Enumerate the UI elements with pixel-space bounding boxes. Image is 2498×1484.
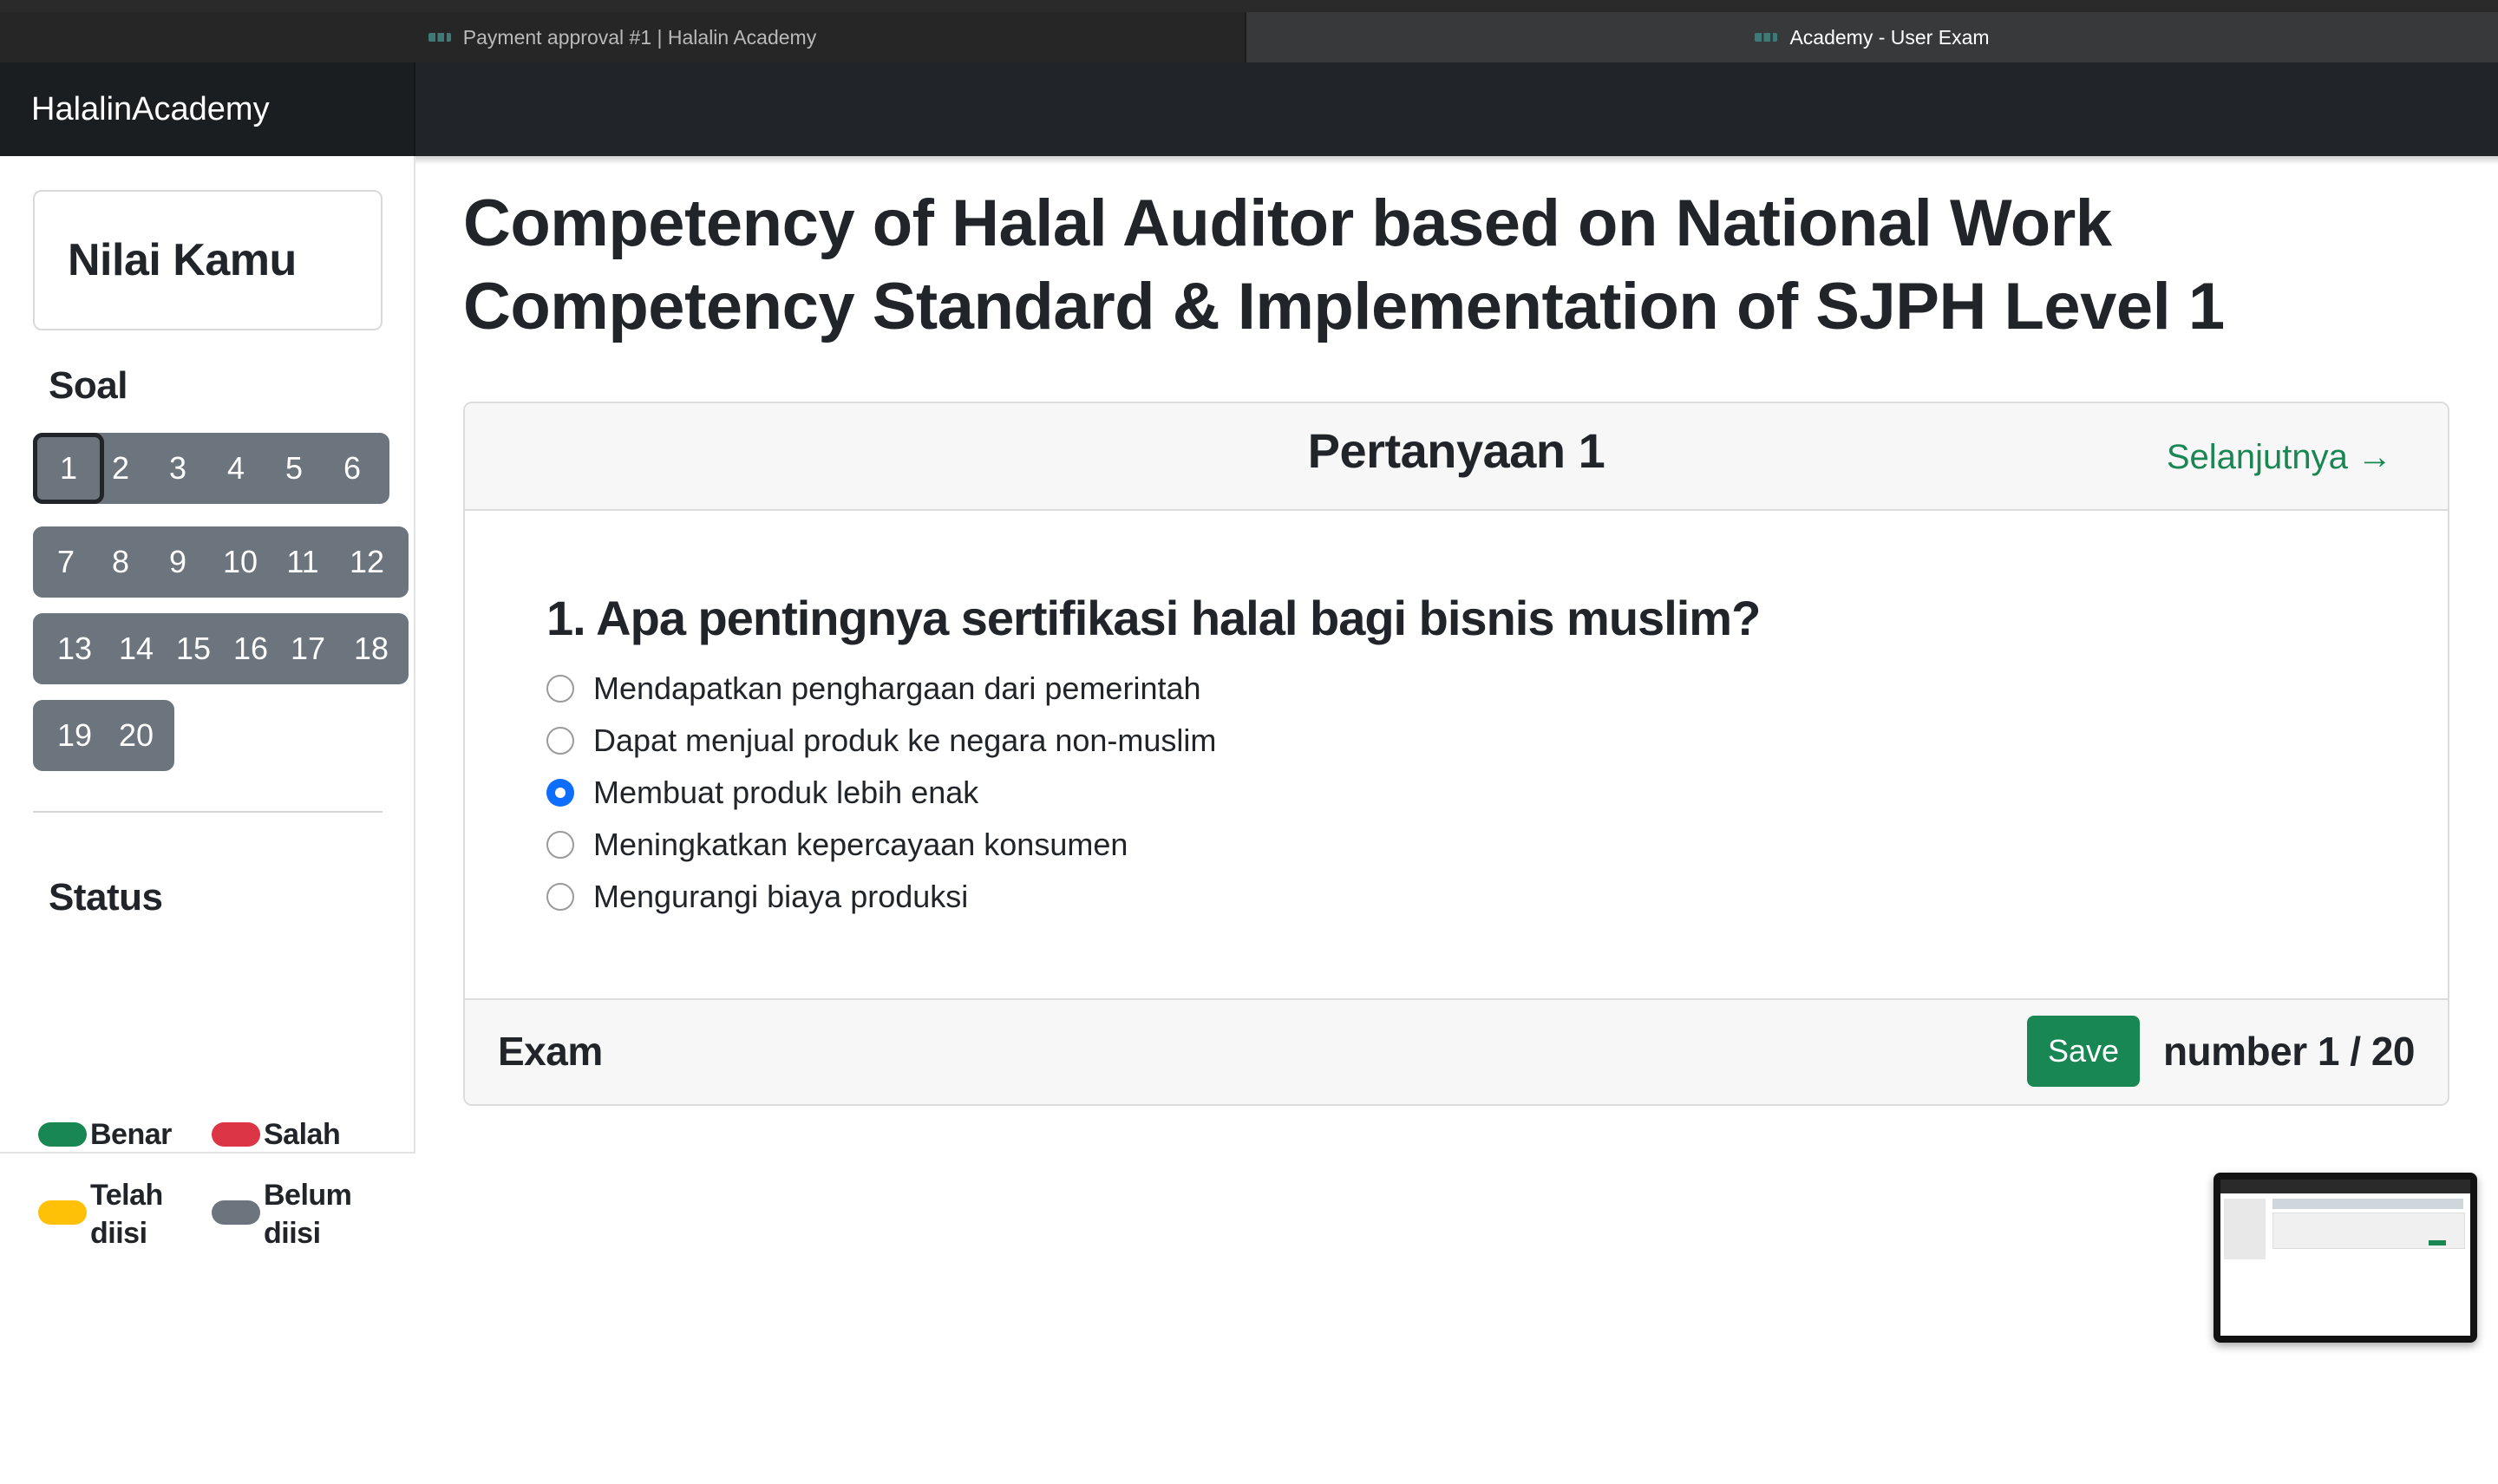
question-button-2[interactable]: 2 (92, 433, 149, 504)
answer-option-label: Membuat produk lebih enak (593, 775, 979, 810)
question-button-15[interactable]: 15 (165, 613, 222, 684)
radio-button[interactable] (546, 883, 574, 911)
sidebar-divider (33, 811, 383, 813)
question-button-10[interactable]: 10 (206, 526, 274, 598)
legend-label: Benar (90, 1118, 172, 1151)
radio-button[interactable] (546, 831, 574, 859)
thumbnail-title (2272, 1199, 2463, 1209)
browser-tab-user-exam[interactable]: Academy - User Exam (1246, 12, 2498, 62)
question-button-8[interactable]: 8 (92, 526, 149, 598)
question-button-3[interactable]: 3 (149, 433, 206, 504)
score-card: Nilai Kamu (33, 190, 383, 330)
question-button-9[interactable]: 9 (149, 526, 206, 598)
footer-label: Exam (498, 1029, 603, 1074)
legend-swatch-red (212, 1122, 260, 1147)
legend-swatch-green (38, 1122, 87, 1147)
question-counter: number 1 / 20 (2162, 1029, 2416, 1074)
question-button-11[interactable]: 11 (274, 526, 331, 598)
thumbnail-screen (2220, 1180, 2470, 1336)
question-button-16[interactable]: 16 (222, 613, 279, 684)
card-header: Pertanyaan 1 Selanjutnya → (465, 403, 2448, 511)
question-button-19[interactable]: 19 (33, 700, 116, 771)
question-button-row: 13 14 15 16 17 18 (33, 613, 409, 684)
answer-option-label: Dapat menjual produk ke negara non-musli… (593, 722, 1217, 758)
top-navbar: HalalinAcademy (0, 62, 2498, 156)
radio-button-selected[interactable] (546, 779, 574, 807)
legend-item-telah-diisi: Telah diisi (38, 1176, 168, 1252)
question-button-row: 1 2 3 4 5 6 (33, 433, 389, 504)
question-button-row: 7 8 9 10 11 12 (33, 526, 409, 598)
question-button-14[interactable]: 14 (108, 613, 165, 684)
legend-item-belum-diisi: Belum diisi (212, 1176, 368, 1252)
brand-area: HalalinAcademy (0, 62, 415, 156)
site-favicon-icon (428, 31, 453, 43)
browser-tab-payment-approval[interactable]: Payment approval #1 | Halalin Academy (0, 12, 1246, 62)
legend-swatch-gray (212, 1200, 260, 1225)
answer-option-label: Mengurangi biaya produksi (593, 879, 969, 914)
question-header-title: Pertanyaan 1 (1307, 423, 1605, 478)
answer-option-label: Meningkatkan kepercayaan konsumen (593, 827, 1128, 862)
questions-title: Soal (49, 364, 128, 407)
question-text: 1. Apa pentingnya sertifikasi halal bagi… (546, 591, 1761, 645)
screenshot-thumbnail[interactable] (2214, 1173, 2477, 1343)
browser-tab-strip: Payment approval #1 | Halalin Academy Ac… (0, 0, 2498, 62)
radio-button[interactable] (546, 675, 574, 703)
legend-label: Belum diisi (264, 1179, 352, 1250)
question-button-20[interactable]: 20 (108, 700, 165, 771)
answer-option[interactable]: Membuat produk lebih enak (546, 775, 978, 811)
site-favicon-icon (1755, 31, 1779, 43)
status-title: Status (49, 876, 163, 919)
legend-item-benar: Benar (38, 1115, 172, 1154)
page-title: Competency of Halal Auditor based on Nat… (463, 186, 2225, 343)
legend-label: Telah diisi (90, 1179, 163, 1250)
question-button-4[interactable]: 4 (207, 433, 265, 504)
question-button-12[interactable]: 12 (331, 526, 402, 598)
question-button-7[interactable]: 7 (33, 526, 99, 598)
question-button-5[interactable]: 5 (265, 433, 323, 504)
browser-tab-label: Academy - User Exam (1789, 25, 1990, 49)
answer-option-label: Mendapatkan penghargaan dari pemerintah (593, 670, 1201, 706)
radio-button[interactable] (546, 727, 574, 755)
question-button-6[interactable]: 6 (324, 433, 381, 504)
thumbnail-sidebar (2224, 1199, 2266, 1259)
question-card: Pertanyaan 1 Selanjutnya → 1. Apa pentin… (463, 402, 2449, 1106)
answer-option[interactable]: Meningkatkan kepercayaan konsumen (546, 827, 1128, 863)
save-button[interactable]: Save (2027, 1016, 2140, 1087)
question-button-row: 19 20 (33, 700, 174, 771)
answer-option[interactable]: Dapat menjual produk ke negara non-musli… (546, 722, 1216, 759)
answer-option[interactable]: Mengurangi biaya produksi (546, 879, 968, 915)
legend-item-salah: Salah (212, 1115, 341, 1154)
browser-tab-label: Payment approval #1 | Halalin Academy (462, 25, 817, 49)
legend-label: Salah (264, 1118, 341, 1151)
next-question-link[interactable]: Selanjutnya → (2167, 438, 2392, 477)
brand-logo-text[interactable]: HalalinAcademy (31, 91, 270, 128)
question-button-18[interactable]: 18 (337, 613, 406, 684)
question-button-13[interactable]: 13 (33, 613, 116, 684)
score-label: Nilai Kamu (68, 235, 297, 285)
answer-option[interactable]: Mendapatkan penghargaan dari pemerintah (546, 670, 1201, 707)
thumbnail-button (2429, 1240, 2446, 1245)
question-button-17[interactable]: 17 (279, 613, 337, 684)
thumbnail-bar (2220, 1180, 2470, 1193)
legend-swatch-yellow (38, 1200, 87, 1225)
sidebar: Nilai Kamu Soal 1 2 3 4 5 6 7 8 9 10 11 … (0, 156, 415, 1250)
card-footer: Exam Save number 1 / 20 (465, 998, 2448, 1104)
